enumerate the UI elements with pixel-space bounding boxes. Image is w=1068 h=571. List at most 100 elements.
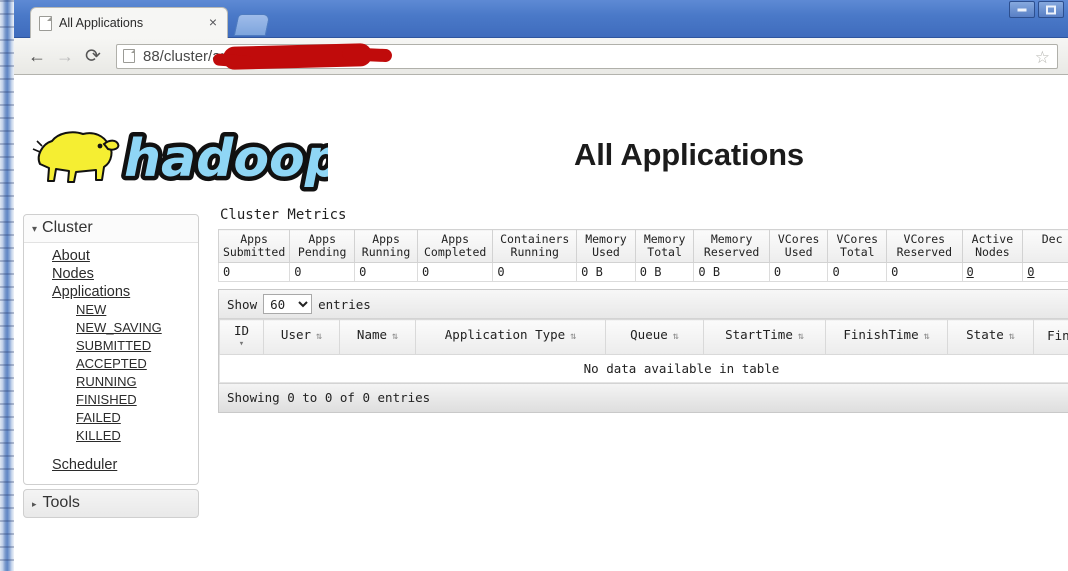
- apps-col-application-type[interactable]: Application Type ⇅: [415, 319, 606, 355]
- sidebar-item-submitted[interactable]: SUBMITTED: [24, 338, 151, 354]
- table-row: No data available in table: [219, 354, 1068, 383]
- address-bar[interactable]: 88/cluster/apps ☆: [116, 43, 1058, 69]
- apps-col-label: FinalStatus: [1047, 328, 1068, 343]
- table-header-row: Apps Submitted Apps Pending Apps Running Apps C…: [217, 229, 1068, 263]
- metrics-value: 0: [289, 262, 356, 282]
- sort-icon: ⇅: [1008, 331, 1015, 342]
- sidebar-item-new[interactable]: NEW: [24, 302, 106, 318]
- apps-col-label: FinishTime: [843, 327, 919, 342]
- bookmark-star-icon[interactable]: ☆: [1035, 49, 1050, 66]
- list-item: FAILED: [24, 409, 198, 427]
- sidebar-item-nodes[interactable]: Nodes: [24, 266, 94, 283]
- browser-toolbar: ← → ⟳ 88/cluster/apps ☆: [14, 38, 1068, 75]
- apps-col-user[interactable]: User ⇅: [263, 319, 340, 355]
- metrics-col-dec: Dec: [1022, 229, 1068, 263]
- metrics-value: 0: [416, 262, 494, 282]
- list-item: Scheduler: [24, 456, 198, 474]
- apps-col-label: State: [966, 327, 1004, 342]
- metrics-value: 0 B: [634, 262, 695, 282]
- metrics-col-vcores-reserved: VCores Reserved: [886, 229, 963, 263]
- redaction-scribble: [224, 44, 371, 68]
- metrics-value: 0: [827, 262, 888, 282]
- metrics-value: 0 B: [576, 262, 636, 282]
- sidebar-cluster-header[interactable]: ▾ Cluster: [24, 215, 198, 243]
- sort-icon: ⇅: [316, 331, 323, 342]
- sidebar-item-new-saving[interactable]: NEW_SAVING: [24, 320, 162, 336]
- back-icon[interactable]: ←: [24, 43, 50, 69]
- list-item: Applications: [24, 283, 198, 301]
- list-item: SUBMITTED: [24, 337, 198, 355]
- forward-icon[interactable]: →: [52, 43, 78, 69]
- sidebar-item-scheduler[interactable]: Scheduler: [24, 457, 117, 474]
- metrics-value[interactable]: 0: [1022, 262, 1068, 282]
- browser-tab-strip: All Applications ×: [14, 0, 1068, 38]
- sidebar-item-killed[interactable]: KILLED: [24, 428, 121, 444]
- main-content: Cluster Metrics Apps Submitted Apps Pending…: [217, 207, 1068, 413]
- new-tab-button[interactable]: [233, 14, 271, 36]
- page-title: All Applications: [574, 137, 804, 172]
- sidebar-item-applications[interactable]: Applications: [24, 284, 130, 301]
- table-row: 000000 B0 B0 B00000: [217, 262, 1068, 282]
- sidebar-item-running[interactable]: RUNNING: [24, 374, 137, 390]
- apps-col-label: ID: [233, 323, 250, 338]
- metrics-col-apps-running: Apps Running: [354, 229, 418, 263]
- show-entries-bar: Show 20406080100 entries: [219, 290, 1068, 319]
- background-window-texture: [0, 0, 14, 571]
- maximize-icon[interactable]: [1038, 1, 1064, 18]
- metrics-col-vcores-used: VCores Used: [768, 229, 829, 263]
- page-content: hadoop hadoop All Applications ▾ Cluster …: [14, 75, 1068, 571]
- close-icon[interactable]: ×: [205, 15, 221, 31]
- metrics-value[interactable]: 0: [961, 262, 1024, 282]
- show-label: Show: [227, 296, 258, 312]
- apps-col-finalstatus[interactable]: FinalStatus: [1033, 319, 1068, 355]
- metrics-col-apps-pending: Apps Pending: [289, 229, 356, 263]
- metrics-value-link[interactable]: 0: [1027, 265, 1034, 279]
- hadoop-logo: hadoop hadoop: [28, 124, 328, 192]
- metrics-col-active-nodes: Active Nodes: [961, 229, 1024, 263]
- apps-col-label: User: [280, 327, 312, 342]
- apps-col-finishtime[interactable]: FinishTime ⇅: [825, 319, 948, 355]
- cluster-metrics-title: Cluster Metrics: [220, 207, 347, 223]
- metrics-value-link[interactable]: 0: [967, 265, 974, 279]
- sort-icon: ⇅: [392, 331, 399, 342]
- metrics-value: 0: [886, 262, 963, 282]
- tab-title: All Applications: [59, 16, 144, 30]
- apps-col-state[interactable]: State ⇅: [947, 319, 1034, 355]
- applications-table-body: No data available in table: [219, 354, 1068, 383]
- apps-col-starttime[interactable]: StartTime ⇅: [703, 319, 826, 355]
- list-spacer: [24, 445, 198, 456]
- cluster-metrics-table: Apps Submitted Apps Pending Apps Running Apps C…: [217, 229, 1068, 282]
- list-item: Nodes: [24, 265, 198, 283]
- sidebar-tools-section[interactable]: ▸ Tools: [23, 489, 199, 518]
- sidebar-cluster-label: Cluster: [42, 219, 93, 236]
- apps-col-name[interactable]: Name ⇅: [339, 319, 416, 355]
- reload-icon[interactable]: ⟳: [80, 43, 106, 69]
- sidebar-item-about[interactable]: About: [24, 248, 90, 265]
- metrics-col-apps-completed: Apps Completed: [416, 229, 494, 263]
- browser-tab-all-applications[interactable]: All Applications ×: [30, 7, 228, 38]
- sidebar: ▾ Cluster About Nodes Applications NEW NE…: [23, 214, 199, 518]
- sort-icon: ⇅: [797, 331, 804, 342]
- sidebar-item-accepted[interactable]: ACCEPTED: [24, 356, 147, 372]
- metrics-col-containers-running: Containers Running: [492, 229, 578, 263]
- table-footer-info: Showing 0 to 0 of 0 entries: [219, 383, 1068, 412]
- metrics-value: 0: [217, 262, 291, 282]
- list-item: RUNNING: [24, 373, 198, 391]
- sidebar-item-failed[interactable]: FAILED: [24, 410, 121, 426]
- apps-col-id[interactable]: ID ▾: [219, 319, 264, 355]
- apps-col-queue[interactable]: Queue ⇅: [605, 319, 704, 355]
- sidebar-item-finished[interactable]: FINISHED: [24, 392, 137, 408]
- metrics-value: 0: [492, 262, 578, 282]
- table-header-row: ID ▾ User ⇅ Name ⇅ Application Type ⇅ Queue ⇅ Star…: [219, 319, 1068, 355]
- list-item: KILLED: [24, 427, 198, 445]
- minimize-icon[interactable]: [1009, 1, 1035, 18]
- sort-icon: ⇅: [672, 331, 679, 342]
- metrics-col-memory-used: Memory Used: [576, 229, 636, 263]
- list-item: FINISHED: [24, 391, 198, 409]
- cluster-metrics-header: Apps Submitted Apps Pending Apps Running Apps C…: [217, 229, 1068, 263]
- page-size-select[interactable]: 20406080100: [263, 294, 313, 314]
- metrics-col-memory-reserved: Memory Reserved: [693, 229, 770, 263]
- entries-label: entries: [318, 296, 371, 312]
- applications-panel: Show 20406080100 entries ID▾ User ⇅ Name ⇅ Ap…: [218, 289, 1068, 413]
- apps-col-label: Name: [356, 327, 388, 342]
